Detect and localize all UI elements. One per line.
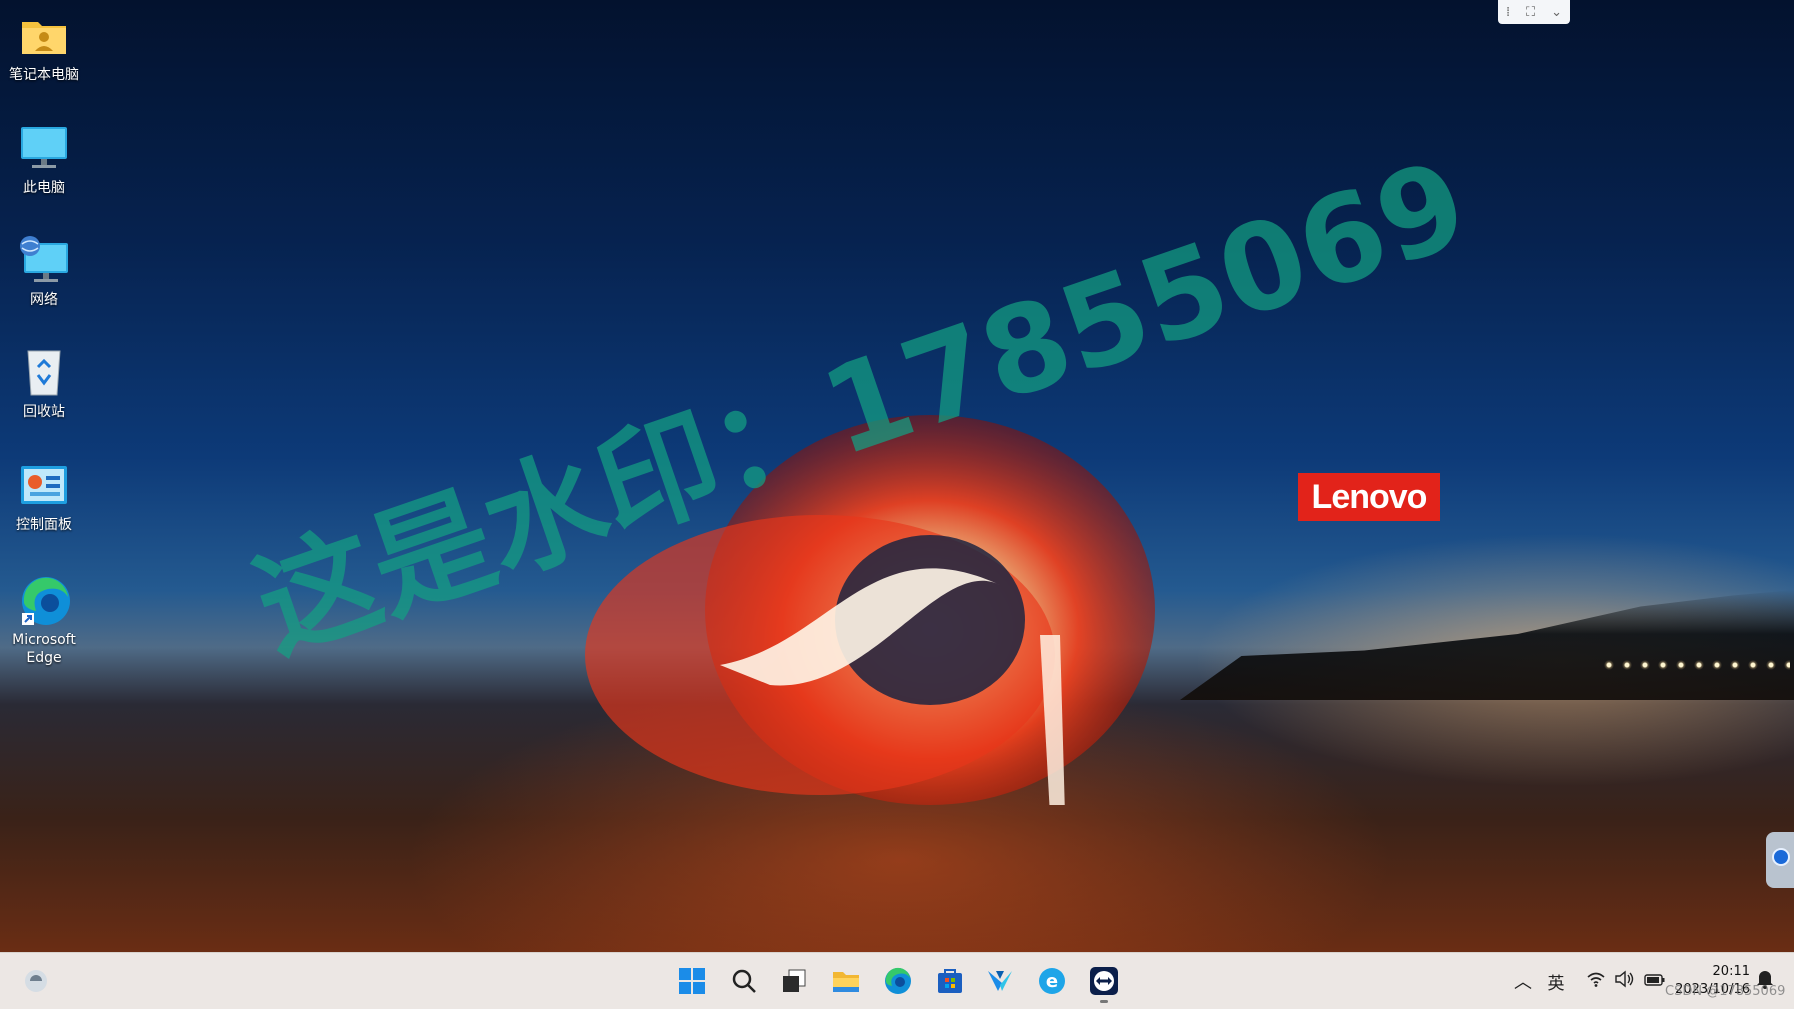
system-tray: ︿ 英 xyxy=(1512,953,1666,1009)
desktop-icon-laptop[interactable]: 笔记本电脑 xyxy=(0,8,88,84)
shoreline xyxy=(1180,590,1794,700)
folder-icon xyxy=(833,972,859,992)
search-button[interactable] xyxy=(728,965,760,997)
csdn-watermark: CSDN @17855069 xyxy=(1665,984,1786,999)
weather-widget-button[interactable] xyxy=(20,965,52,997)
svg-text:e: e xyxy=(1046,971,1058,992)
start-button[interactable] xyxy=(676,965,708,997)
chevron-down-icon[interactable]: ⌄ xyxy=(1551,5,1562,20)
user-folder-icon xyxy=(16,8,72,64)
desktop-icon-this-pc[interactable]: 此电脑 xyxy=(0,121,88,197)
desktop-icon-edge[interactable]: Microsoft Edge xyxy=(0,573,88,667)
network-globe-icon xyxy=(16,233,72,289)
desktop-icon-label: Microsoft Edge xyxy=(12,632,76,666)
edge-icon xyxy=(16,573,72,629)
store-button[interactable] xyxy=(934,965,966,997)
teamviewer-icon xyxy=(1772,848,1790,866)
monitor-icon xyxy=(16,121,72,177)
edge-button[interactable] xyxy=(882,965,914,997)
task-view-icon xyxy=(783,969,806,992)
recycle-bin-icon xyxy=(16,345,72,401)
shore-lights xyxy=(1600,660,1790,670)
chevron-up-icon[interactable]: ︿ xyxy=(1512,968,1534,994)
desktop-icon-label: 回收站 xyxy=(23,404,65,420)
desktop-icon-recycle-bin[interactable]: 回收站 xyxy=(0,345,88,421)
desktop-icon-control-panel[interactable]: 控制面板 xyxy=(0,458,88,534)
edge-icon xyxy=(885,967,911,994)
teamviewer-side-tab[interactable] xyxy=(1766,832,1794,888)
ie-button[interactable]: e xyxy=(1036,965,1068,997)
clock-time: 20:11 xyxy=(1712,964,1750,979)
store-icon xyxy=(938,969,962,993)
teamviewer-button[interactable] xyxy=(1088,965,1120,1003)
ime-indicator[interactable]: 英 xyxy=(1544,969,1568,994)
desktop-icon-network[interactable]: 网络 xyxy=(0,233,88,309)
taskbar: e ︿ 英 20:11 2023/10/16 xyxy=(0,952,1794,1009)
ie-icon: e xyxy=(1039,968,1065,994)
desktop-icon-label: 控制面板 xyxy=(16,517,72,533)
desktop-icon-label: 网络 xyxy=(30,292,58,308)
active-indicator xyxy=(1100,1000,1108,1003)
desktop[interactable]: Lenovo 这是水印：17855069 笔记本电脑 此电脑 网络 回收站 控制… xyxy=(0,0,1794,952)
control-panel-icon xyxy=(16,458,72,514)
teamviewer-icon xyxy=(1090,967,1118,995)
desktop-icon-label: 此电脑 xyxy=(23,180,65,196)
remote-toolbar[interactable]: ⁞ ⛶ ⌄ xyxy=(1498,0,1570,24)
fullscreen-icon[interactable]: ⛶ xyxy=(1526,5,1535,20)
volume-icon[interactable] xyxy=(1614,970,1634,993)
task-view-button[interactable] xyxy=(778,965,810,997)
wifi-icon[interactable] xyxy=(1586,970,1606,993)
file-explorer-button[interactable] xyxy=(830,965,862,997)
app-v-button[interactable] xyxy=(984,965,1016,997)
weather-widget-icon xyxy=(25,970,47,992)
windows-logo-icon xyxy=(679,968,705,994)
search-icon xyxy=(732,969,756,993)
lenovo-logo: Lenovo xyxy=(1298,473,1440,521)
v-app-icon xyxy=(988,971,1012,991)
drag-handle-icon[interactable]: ⁞ xyxy=(1506,5,1510,20)
desktop-icon-label: 笔记本电脑 xyxy=(9,67,79,83)
